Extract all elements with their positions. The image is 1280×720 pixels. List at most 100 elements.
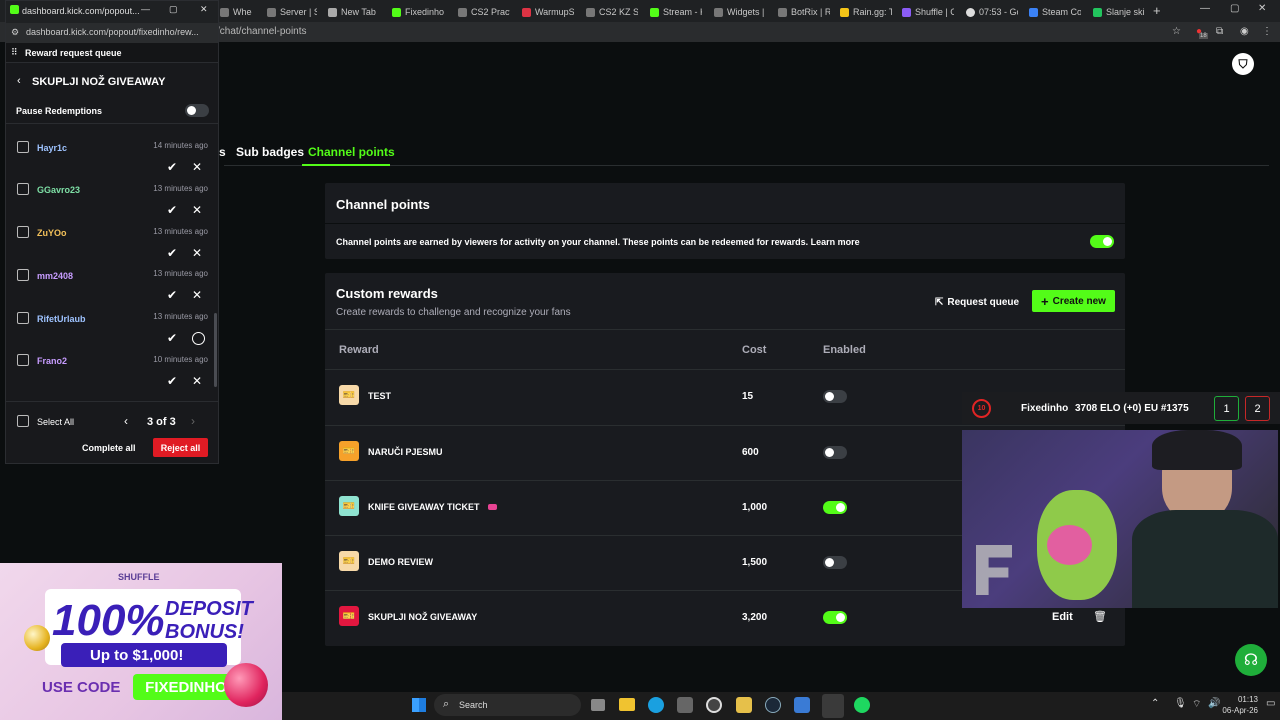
reward-enabled-toggle[interactable] xyxy=(823,556,847,569)
browser-tab[interactable]: CS2 Practic xyxy=(454,3,510,21)
tab-channel-points[interactable]: Channel points xyxy=(308,145,395,159)
queue-icon: ⇱ xyxy=(935,296,944,308)
obs-icon[interactable] xyxy=(706,697,722,713)
extensions-puzzle-icon[interactable]: ⧉ xyxy=(1216,26,1223,37)
popout-address-bar[interactable]: ⚙ dashboard.kick.com/popout/fixedinho/re… xyxy=(6,23,218,43)
reject-x-icon[interactable] xyxy=(192,332,205,345)
tab-partial[interactable]: s xyxy=(219,145,226,159)
browser-tab[interactable]: Shuffle | C xyxy=(898,3,954,21)
reward-name: DEMO REVIEW xyxy=(368,557,434,567)
request-checkbox[interactable] xyxy=(17,312,29,324)
browser-tab[interactable]: Widgets | xyxy=(710,3,766,21)
reject-x-icon[interactable]: ✕ xyxy=(192,160,202,174)
file-explorer-icon[interactable] xyxy=(619,698,635,711)
reward-enabled-toggle[interactable] xyxy=(823,501,847,514)
minimize-icon[interactable]: — xyxy=(141,4,150,14)
tab-label: New Tab xyxy=(341,7,376,17)
user-avatar-icon[interactable]: ⛉ xyxy=(1232,53,1254,75)
browser-tab[interactable]: CS2 KZ Ser xyxy=(582,3,638,21)
reward-enabled-toggle[interactable] xyxy=(823,611,847,624)
url-text[interactable]: /chat/channel-points xyxy=(217,26,307,37)
browser-tab[interactable]: WarmupSe xyxy=(518,3,574,21)
tab-label: CS2 KZ Ser xyxy=(599,7,638,17)
approve-check-icon[interactable]: ✔ xyxy=(167,246,177,260)
tab-label: Steam Co xyxy=(1042,7,1081,17)
menu-kebab-icon[interactable]: ⋮ xyxy=(1262,26,1272,37)
browser-tab[interactable]: Stream - K xyxy=(646,3,702,21)
pause-redemptions-toggle[interactable] xyxy=(185,104,209,117)
steam-icon[interactable] xyxy=(765,697,781,713)
active-app-icon[interactable] xyxy=(822,694,844,718)
reject-x-icon[interactable]: ✕ xyxy=(192,374,202,388)
approve-check-icon[interactable]: ✔ xyxy=(167,160,177,174)
select-all-checkbox[interactable] xyxy=(17,415,29,427)
reward-enabled-toggle[interactable] xyxy=(823,446,847,459)
channel-points-toggle[interactable] xyxy=(1090,235,1114,248)
approve-check-icon[interactable]: ✔ xyxy=(167,331,177,345)
minimize-icon[interactable]: — xyxy=(1200,3,1210,14)
store-icon[interactable] xyxy=(677,697,693,713)
approve-check-icon[interactable]: ✔ xyxy=(167,288,177,302)
streamer-headset xyxy=(1152,430,1242,470)
approve-check-icon[interactable]: ✔ xyxy=(167,374,177,388)
browser-tab[interactable]: Steam Co xyxy=(1025,3,1081,21)
browser-tab[interactable]: Fixedinho xyxy=(388,3,448,21)
request-checkbox[interactable] xyxy=(17,183,29,195)
clock-date[interactable]: 06-Apr-26 xyxy=(1216,706,1258,715)
popout-window-title: dashboard.kick.com/popout... xyxy=(22,6,140,16)
request-checkbox[interactable] xyxy=(17,141,29,153)
microphone-icon[interactable]: 🎙 xyxy=(1174,698,1187,709)
maximize-icon[interactable]: ▢ xyxy=(1230,3,1239,14)
reject-x-icon[interactable]: ✕ xyxy=(192,246,202,260)
browser-tab[interactable]: 07:53 - Go xyxy=(962,3,1018,21)
new-tab-icon[interactable]: + xyxy=(1153,3,1161,18)
app-icon[interactable] xyxy=(736,697,752,713)
clock-time[interactable]: 01:13 xyxy=(1230,695,1258,704)
request-checkbox[interactable] xyxy=(17,226,29,238)
prev-page-icon[interactable]: ‹ xyxy=(124,414,128,428)
maximize-icon[interactable]: ▢ xyxy=(169,4,178,15)
approve-check-icon[interactable]: ✔ xyxy=(167,203,177,217)
request-queue-button[interactable]: ⇱ Request queue xyxy=(935,291,1019,313)
network-icon[interactable]: ⌔ xyxy=(1192,698,1201,711)
scrollbar[interactable] xyxy=(214,313,217,387)
request-checkbox[interactable] xyxy=(17,269,29,281)
browser-tab[interactable]: Server | SC xyxy=(263,3,317,21)
browser-tab[interactable]: Slanje skin xyxy=(1089,3,1145,21)
reject-x-icon[interactable]: ✕ xyxy=(192,203,202,217)
popout-url[interactable]: dashboard.kick.com/popout/fixedinho/rew.… xyxy=(26,27,199,37)
browser-tab[interactable]: New Tab xyxy=(324,3,376,21)
back-arrow-icon[interactable]: ‹ xyxy=(17,75,21,87)
support-chat-icon[interactable]: ☊ xyxy=(1235,644,1267,676)
complete-all-button[interactable]: Complete all xyxy=(82,443,136,453)
edit-button[interactable]: Edit xyxy=(1052,611,1073,623)
spotify-icon[interactable] xyxy=(854,697,870,713)
request-checkbox[interactable] xyxy=(17,354,29,366)
photos-icon[interactable] xyxy=(794,697,810,713)
reward-ticket-icon: 🎫 xyxy=(339,551,359,571)
tray-overflow-icon[interactable]: ⌃ xyxy=(1151,698,1159,709)
next-page-icon[interactable]: › xyxy=(191,414,195,428)
create-new-button[interactable]: + Create new xyxy=(1032,290,1115,312)
browser-tab[interactable]: Wheel of N xyxy=(216,3,252,21)
edge-icon[interactable] xyxy=(648,697,664,713)
extension-badge: 18 xyxy=(1199,33,1208,39)
site-info-icon[interactable]: ⚙ xyxy=(11,27,19,38)
trash-icon[interactable]: 🗑 xyxy=(1093,610,1107,623)
close-icon[interactable]: ✕ xyxy=(1258,3,1266,14)
task-view-icon[interactable] xyxy=(591,699,605,711)
browser-tab[interactable]: BotRix | Ra xyxy=(774,3,830,21)
browser-tab[interactable]: Rain.gg: Th xyxy=(836,3,892,21)
reject-x-icon[interactable]: ✕ xyxy=(192,288,202,302)
taskbar-search-box[interactable]: ⌕ Search xyxy=(434,694,581,716)
reject-all-button[interactable]: Reject all xyxy=(153,438,208,457)
windows-start-icon[interactable] xyxy=(412,698,426,712)
profile-icon[interactable]: ◉ xyxy=(1240,26,1249,37)
notifications-icon[interactable]: ▭ xyxy=(1266,698,1275,709)
sponsor-ad[interactable]: SHUFFLE 100% DEPOSIT BONUS! Up to $1,000… xyxy=(0,563,282,720)
reward-enabled-toggle[interactable] xyxy=(823,390,847,403)
popout-titlebar: dashboard.kick.com/popout... — ▢ ✕ xyxy=(6,1,218,23)
bookmark-star-icon[interactable]: ☆ xyxy=(1172,26,1181,37)
tab-sub-badges[interactable]: Sub badges xyxy=(236,145,304,159)
close-icon[interactable]: ✕ xyxy=(200,4,208,15)
